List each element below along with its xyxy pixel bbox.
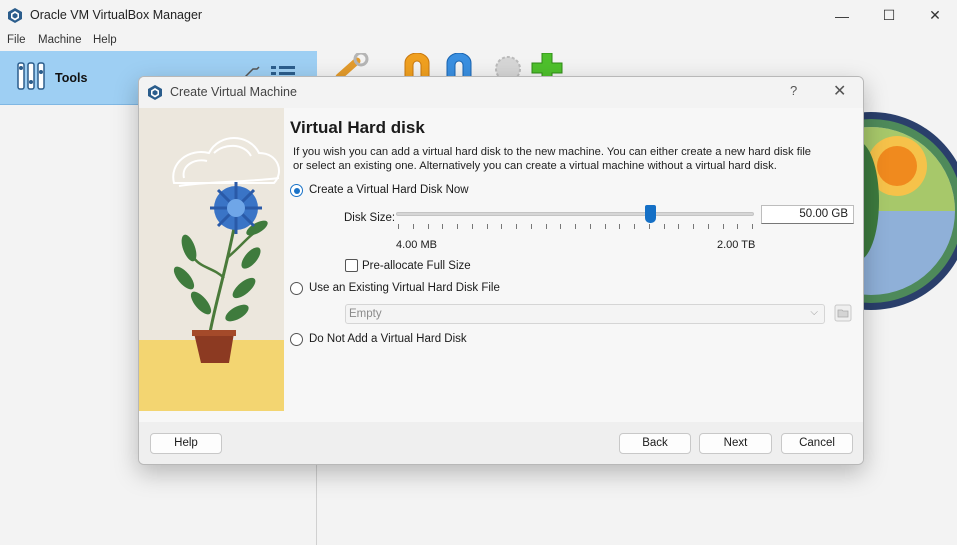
disk-size-input[interactable]: 50.00 GB <box>761 205 854 224</box>
radio-use-existing-label[interactable]: Use an Existing Virtual Hard Disk File <box>309 282 500 294</box>
slider-tick <box>634 224 635 229</box>
slider-tick <box>693 224 694 229</box>
disk-size-slider-handle[interactable] <box>645 205 657 223</box>
page-description: If you wish you can add a virtual hard d… <box>293 146 812 172</box>
slider-tick <box>663 224 665 229</box>
help-button[interactable]: Help <box>150 433 222 454</box>
page-heading: Virtual Hard disk <box>290 118 425 137</box>
slider-max-label: 2.00 TB <box>717 239 756 251</box>
radio-create-now[interactable] <box>290 184 303 197</box>
dialog-footer: Help Back Next Cancel <box>139 422 863 464</box>
slider-tick <box>471 224 473 229</box>
menu-help[interactable]: Help <box>93 34 117 46</box>
slider-tick <box>575 224 576 229</box>
preallocate-label[interactable]: Pre-allocate Full Size <box>362 260 471 272</box>
back-button[interactable]: Back <box>619 433 691 454</box>
slider-tick <box>427 224 429 229</box>
slider-tick <box>442 224 444 229</box>
choose-disk-folder-icon <box>834 304 852 322</box>
virtualbox-dialog-icon <box>148 85 162 103</box>
chevron-down-icon: ⌵ <box>810 307 818 318</box>
radio-use-existing[interactable] <box>290 282 303 295</box>
slider-tick <box>398 224 399 229</box>
maximize-button[interactable]: ☐ <box>866 0 912 31</box>
dialog-title: Create Virtual Machine <box>170 85 297 99</box>
tools-icon <box>16 60 46 95</box>
menu-machine[interactable]: Machine <box>38 34 81 46</box>
slider-tick <box>707 224 709 229</box>
slider-tick <box>545 224 547 229</box>
cancel-button[interactable]: Cancel <box>781 433 853 454</box>
slider-tick <box>737 224 739 229</box>
slider-tick <box>530 224 532 229</box>
slider-tick <box>457 224 458 229</box>
slider-tick <box>560 224 562 229</box>
dialog-close-button[interactable]: ✕ <box>833 81 846 101</box>
existing-disk-combo-value: Empty <box>349 308 382 320</box>
main-titlebar: Oracle VM VirtualBox Manager — ☐ ✕ <box>0 0 957 31</box>
wizard-illustration <box>139 108 284 411</box>
tools-label: Tools <box>55 71 88 85</box>
slider-min-label: 4.00 MB <box>396 239 437 251</box>
create-vm-dialog: Create Virtual Machine ? ✕ Virtual Hard … <box>138 76 864 465</box>
slider-tick <box>722 224 724 229</box>
slider-tick <box>589 224 591 229</box>
slider-tick <box>516 224 517 229</box>
existing-disk-combo: Empty ⌵ <box>345 304 825 324</box>
dialog-titlebar: Create Virtual Machine ? ✕ <box>139 77 863 108</box>
slider-tick <box>501 224 503 229</box>
slider-tick <box>619 224 621 229</box>
radio-create-now-label[interactable]: Create a Virtual Hard Disk Now <box>309 184 469 196</box>
slider-tick <box>486 224 488 229</box>
menu-file[interactable]: File <box>7 34 26 46</box>
slider-tick <box>412 224 414 229</box>
slider-tick <box>752 224 753 229</box>
minimize-button[interactable]: — <box>819 0 865 31</box>
next-button[interactable]: Next <box>699 433 772 454</box>
radio-no-disk-label[interactable]: Do Not Add a Virtual Hard Disk <box>309 333 467 345</box>
slider-tick <box>678 224 680 229</box>
app-title: Oracle VM VirtualBox Manager <box>30 8 203 22</box>
radio-no-disk[interactable] <box>290 333 303 346</box>
slider-tick <box>648 224 650 229</box>
preallocate-checkbox[interactable] <box>345 259 358 272</box>
disk-size-label: Disk Size: <box>344 212 396 224</box>
menu-bar: File Machine Help <box>0 31 957 51</box>
dialog-content: Virtual Hard disk If you wish you can ad… <box>139 108 863 422</box>
slider-tick <box>604 224 606 229</box>
virtualbox-logo-icon <box>8 8 22 26</box>
dialog-help-button[interactable]: ? <box>790 83 797 98</box>
disk-size-slider[interactable] <box>396 212 754 216</box>
close-button[interactable]: ✕ <box>912 0 957 31</box>
